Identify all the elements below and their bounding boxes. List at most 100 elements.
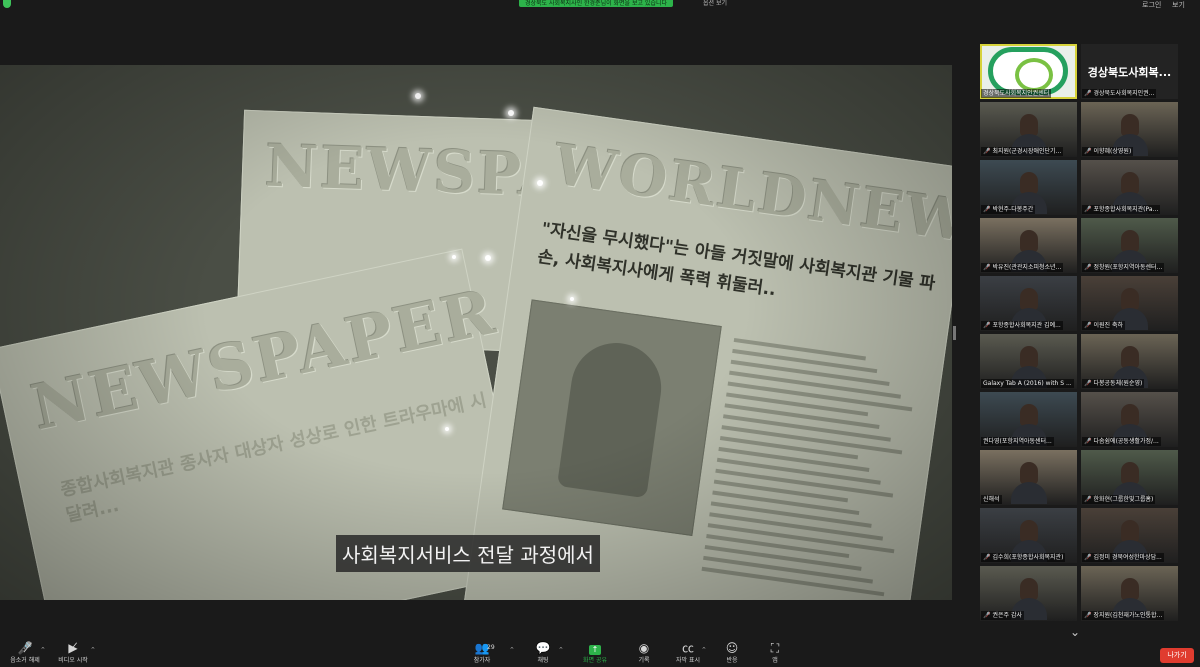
chevron-up-icon[interactable]: ⌃	[40, 646, 46, 654]
chevron-up-icon[interactable]: ⌃	[701, 646, 707, 654]
record-icon: ◉	[638, 641, 650, 655]
leave-meeting-button[interactable]: 나가기	[1160, 648, 1194, 663]
login-link[interactable]: 로그인	[1142, 0, 1161, 10]
top-bar: 경상북도 사회복지사인 한경준님이 화면을 보고 있습니다 옵션 보기 로그인 …	[0, 0, 1200, 10]
participant-name: 🎤̸ 한화현(그룹한빛그룹홈)	[1082, 495, 1156, 504]
newspaper-photo	[502, 299, 722, 537]
text-line	[733, 337, 866, 361]
text-line	[713, 479, 848, 503]
participants-button[interactable]: 👥 29 참가자	[457, 640, 507, 666]
participant-tile[interactable]: 🎤̸ 이향혜(상영원)	[1081, 102, 1178, 157]
chevron-up-icon[interactable]: ⌃	[509, 646, 515, 654]
participant-name: 🎤̸ 권은주 감사	[981, 611, 1024, 620]
participant-head	[1120, 230, 1139, 252]
participant-head	[1120, 462, 1139, 484]
participant-name: 권다영(포항지역아동센터...	[981, 437, 1054, 446]
participant-tile[interactable]: 🎤̸ 김정미 경북여성한마상담...	[1081, 508, 1178, 563]
sparkle	[570, 297, 574, 301]
participant-tile[interactable]: 🎤̸ 박현주-다봉주간	[980, 160, 1077, 215]
participant-head	[1120, 520, 1139, 542]
participant-name: 🎤̸ 정창원(포항지역아동센터...	[1082, 263, 1165, 272]
record-button[interactable]: ◉ 기록	[619, 640, 669, 666]
participant-name: 🎤̸ 최지원(군경시장애인단기...	[981, 147, 1064, 156]
participant-head	[1120, 114, 1139, 136]
participant-tile[interactable]: 🎤̸ 다봉공동체(원순영)	[1081, 334, 1178, 389]
participant-name-text: 이향혜(상영원)	[1093, 148, 1132, 155]
participant-tile[interactable]: 🎤̸ 최지원(군경시장애인단기...	[980, 102, 1077, 157]
participant-tile[interactable]: 🎤̸ 장지원(김천재가노인통합...	[1081, 566, 1178, 621]
participant-head	[1019, 520, 1038, 542]
participant-tile[interactable]: 신해석	[980, 450, 1077, 505]
apps-button[interactable]: ⛶ 앱	[750, 640, 800, 666]
split-resize-handle[interactable]	[953, 326, 956, 340]
share-screen-icon: ↑	[589, 645, 601, 655]
video-subtitle: 사회복지서비스 전달 과정에서	[336, 535, 600, 572]
mic-muted-icon: 🎤̸	[983, 612, 991, 619]
participant-tile[interactable]: 🎤̸ 이원진 축하	[1081, 276, 1178, 331]
participant-head	[1120, 172, 1139, 194]
shield-icon[interactable]	[3, 0, 11, 8]
participant-tile[interactable]: 경상북도사회복지인권센터	[980, 44, 1077, 99]
participant-tile[interactable]: 🎤̸ 박유진(관관지소피청소년...	[980, 218, 1077, 273]
participant-tile[interactable]: Galaxy Tab A (2016) with S ...	[980, 334, 1077, 389]
participant-name: Galaxy Tab A (2016) with S ...	[981, 379, 1074, 388]
participant-name: 🎤̸ 김수희(포항종합사회복지관)	[981, 553, 1066, 562]
sparkle	[537, 180, 543, 186]
people-icon: 👥	[474, 641, 490, 655]
participant-head	[1019, 114, 1038, 136]
participant-name-text: 한화현(그룹한빛그룹홈)	[1093, 496, 1154, 503]
mic-muted-icon: 🎤̸	[1084, 206, 1092, 213]
participant-name-text: 경상북도사회복지인권센터	[983, 90, 1050, 97]
logo-mark	[1015, 58, 1053, 92]
participant-head	[1019, 578, 1038, 600]
sparkle	[415, 93, 421, 99]
participant-name-text: 경상북도사회복지인권...	[1093, 90, 1155, 97]
participant-name: 🎤̸ 이향혜(상영원)	[1082, 147, 1134, 156]
participant-name: 경상북도사회복지인권센터	[981, 89, 1052, 98]
participant-head	[1019, 172, 1038, 194]
chevron-up-icon[interactable]: ⌃	[558, 646, 564, 654]
participant-tile[interactable]: 🎤̸ 다솜쉼에(공동생활가정/...	[1081, 392, 1178, 447]
participant-head	[1019, 230, 1038, 252]
sparkle	[508, 110, 514, 116]
participant-head	[1120, 404, 1139, 426]
chevron-up-icon[interactable]: ⌃	[90, 646, 96, 654]
chevron-down-icon[interactable]: ⌄	[1070, 625, 1080, 639]
view-options-button[interactable]: 옵션 보기	[703, 0, 727, 7]
photo-figure	[556, 337, 667, 499]
participant-tile[interactable]: 🎤̸ 권은주 감사	[980, 566, 1077, 621]
participant-name-text: 김정미 경북여성한마상담...	[1093, 554, 1162, 561]
mic-muted-icon: 🎤̸	[983, 264, 991, 271]
participant-name: 🎤̸ 경상북도사회복지인권...	[1082, 89, 1157, 98]
participant-name: 🎤̸ 포항종합사회복지관 김예...	[981, 321, 1063, 330]
newspaper-right: WORLDNEWS "자신을 무시했다"는 아들 거짓말에 사회복지관 기물 파…	[460, 106, 952, 600]
sparkle	[445, 427, 449, 431]
apps-icon: ⛶	[770, 641, 780, 655]
view-menu-button[interactable]: 보기	[1172, 0, 1185, 10]
participant-name-text: 정창원(포항지역아동센터...	[1093, 264, 1163, 271]
participant-tile[interactable]: 🎤̸ 포항종합사회복지관(Pa...	[1081, 160, 1178, 215]
mic-muted-icon: 🎤̸	[983, 206, 991, 213]
organization-logo	[988, 47, 1068, 95]
share-screen-button[interactable]: ↑ 화면 공유	[570, 640, 620, 666]
mic-muted-icon: 🎤̸	[1084, 380, 1092, 387]
mic-muted-icon: 🎤̸	[1084, 554, 1092, 561]
participant-name-text: 포항종합사회복지관 김예...	[992, 322, 1061, 329]
participant-tile[interactable]: 🎤̸ 정창원(포항지역아동센터...	[1081, 218, 1178, 273]
participant-tile[interactable]: 권다영(포항지역아동센터...	[980, 392, 1077, 447]
participant-tile[interactable]: 🎤̸ 한화현(그룹한빛그룹홈)	[1081, 450, 1178, 505]
participant-name-text: 권은주 감사	[992, 612, 1022, 619]
participant-tile[interactable]: 🎤̸ 포항종합사회복지관 김예...	[980, 276, 1077, 331]
participant-head	[1120, 346, 1139, 368]
participant-head	[1019, 288, 1038, 310]
participant-name-text: 박유진(관관지소피청소년...	[992, 264, 1062, 271]
participant-name-text: 신해석	[983, 496, 1000, 503]
participant-name: 🎤̸ 김정미 경북여성한마상담...	[1082, 553, 1164, 562]
mic-muted-icon: 🎤̸	[983, 148, 991, 155]
participant-head	[1120, 578, 1139, 600]
participant-head	[1120, 288, 1139, 310]
participant-tile[interactable]: 경상북도사회복... 🎤̸ 경상북도사회복지인권...	[1081, 44, 1178, 99]
mic-muted-icon: 🎤̸	[1084, 322, 1092, 329]
participant-name-text: 권다영(포항지역아동센터...	[983, 438, 1052, 445]
participant-tile[interactable]: 🎤̸ 김수희(포항종합사회복지관)	[980, 508, 1077, 563]
